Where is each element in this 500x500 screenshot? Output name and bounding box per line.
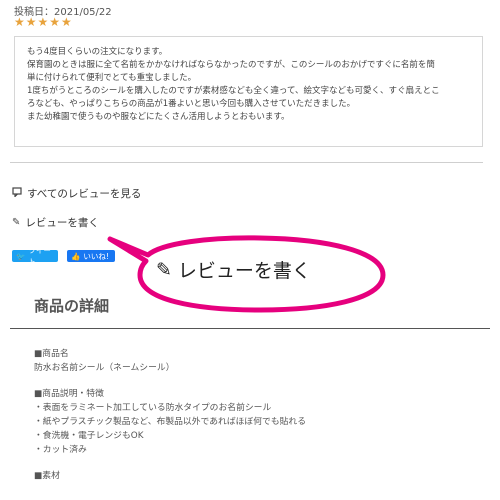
- material-heading: ■素材: [34, 471, 60, 481]
- review-line: 保育園のときは服に全て名前をかかなければならなかったのですが、このシールのおかげ…: [27, 60, 435, 70]
- callout-label: ✎ レビューを書く: [156, 256, 311, 283]
- review-line: 単に付けられて便利でとても重宝しました。: [27, 73, 197, 83]
- product-details-title: 商品の詳細: [34, 297, 110, 315]
- review-line: また幼稚園で使うものや服などにたくさん活用しようとおもいます。: [27, 112, 290, 122]
- review-line: 1度ちがうところのシールを購入したのですが素材感なども全く違って、絵文字なども可…: [27, 86, 440, 96]
- twitter-bird-icon: 🐦: [16, 251, 26, 261]
- callout-text: レビューを書く: [177, 260, 311, 282]
- feature-item: ・食洗機・電子レンジもOK: [34, 431, 144, 441]
- feature-item: ・カット済み: [34, 445, 87, 455]
- tweet-label: ツイート: [28, 246, 51, 266]
- speech-bubble-icon: [12, 187, 22, 200]
- section-divider: [10, 328, 490, 329]
- review-line: もう4度目くらいの注文になります。: [27, 47, 168, 57]
- review-line: ろなども、やっぱりこちらの商品が1番よいと思い今回も購入させていただきました。: [27, 99, 356, 109]
- rating-stars: ★★★★★: [14, 15, 73, 29]
- write-review-link[interactable]: ✎ レビューを書く: [12, 215, 99, 230]
- product-name: 防水お名前シール（ネームシール）: [34, 363, 175, 373]
- feature-item: ・表面をラミネート加工している防水タイプのお名前シール: [34, 403, 272, 413]
- write-review-label: レビューを書く: [25, 217, 99, 229]
- review-body: もう4度目くらいの注文になります。 保育園のときは服に全て名前をかかなければなら…: [14, 36, 483, 147]
- thumbs-up-icon: 👍: [71, 251, 81, 261]
- description-heading: ■商品説明・特徴: [34, 389, 104, 399]
- feature-item: ・紙やプラスチック製品など、布製品以外であればほぼ何でも貼れる: [34, 417, 307, 427]
- divider: [10, 162, 483, 163]
- name-heading: ■商品名: [34, 349, 69, 359]
- all-reviews-label: すべてのレビューを見る: [27, 188, 142, 200]
- pencil-icon: ✎: [156, 258, 172, 281]
- tweet-button[interactable]: 🐦 ツイート: [12, 246, 58, 266]
- pencil-icon: ✎: [12, 217, 21, 228]
- all-reviews-link[interactable]: すべてのレビューを見る: [12, 186, 141, 201]
- product-details: ■商品名 防水お名前シール（ネームシール） ■商品説明・特徴 ・表面をラミネート…: [34, 347, 306, 495]
